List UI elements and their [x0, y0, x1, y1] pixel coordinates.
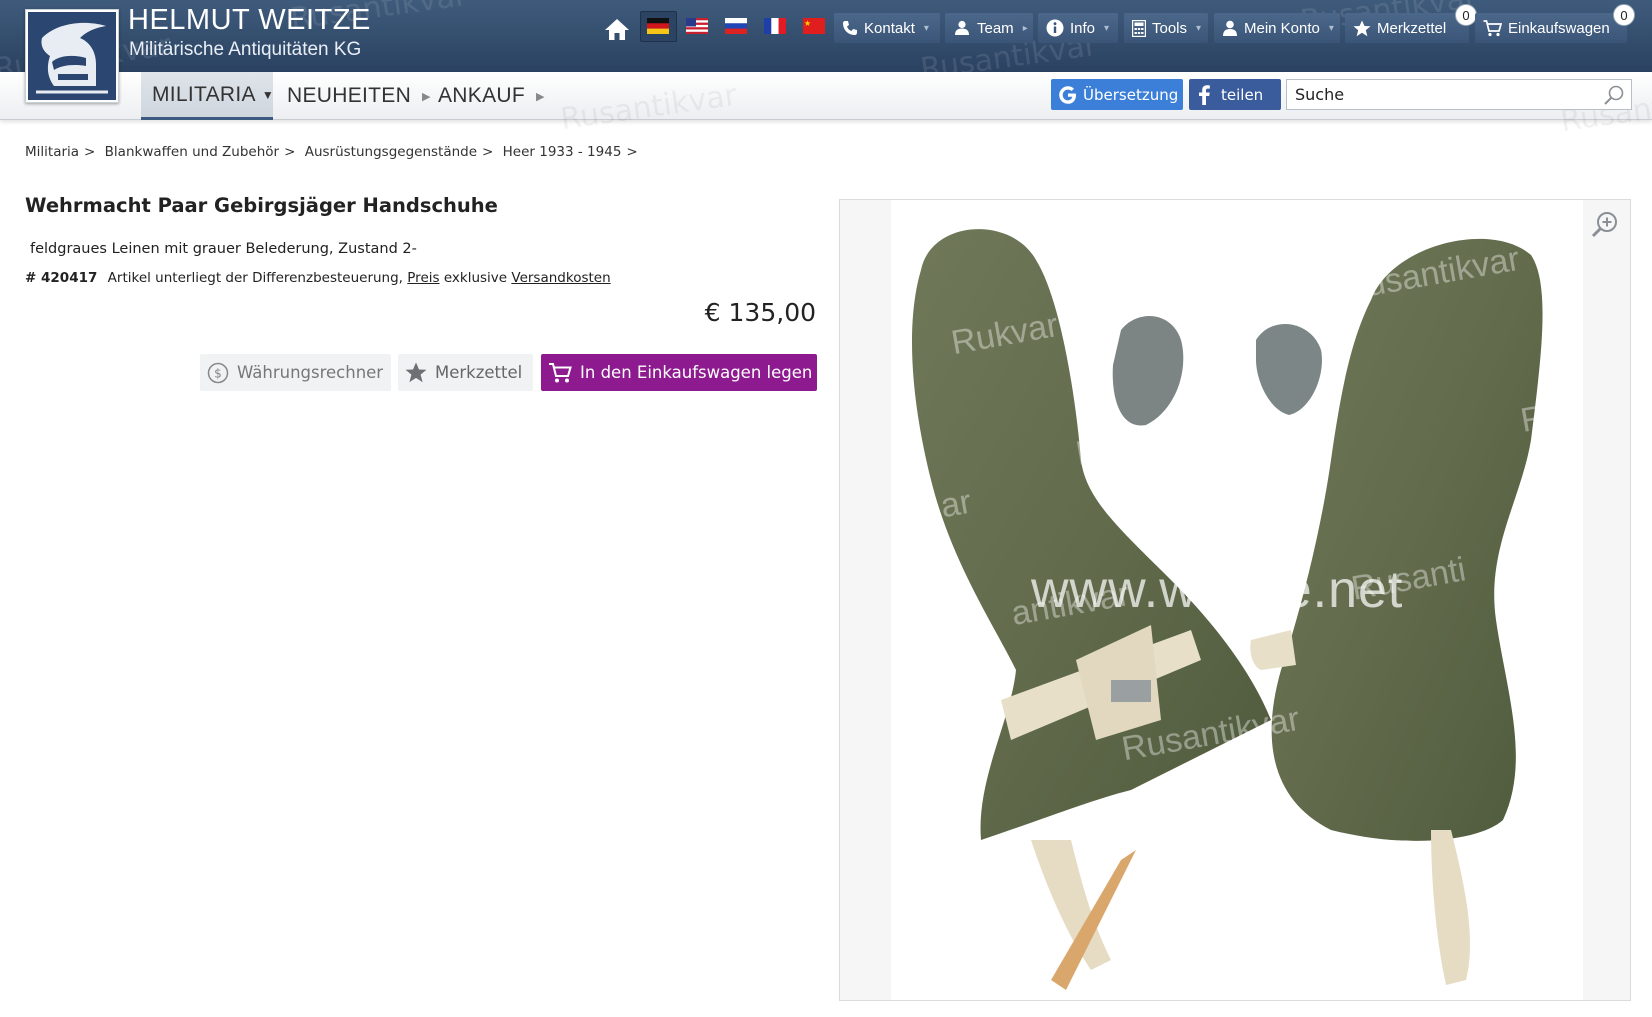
flag-ru-icon[interactable] [725, 18, 747, 34]
product-meta: # 420417 Artikel unterliegt der Differen… [25, 270, 611, 286]
menubar-watermark: Rusantikvar [558, 77, 740, 138]
nav-team-label: Team [977, 19, 1014, 37]
site-watermark: www.weitze.net [1031, 561, 1404, 619]
flag-de-icon[interactable] [647, 18, 669, 34]
helmet-logo-icon [28, 12, 116, 100]
nav-merkzettel-label: Merkzettel [1377, 19, 1447, 37]
brand-logo[interactable] [25, 9, 119, 103]
cart-icon [549, 362, 572, 382]
flag-cn-icon[interactable] [803, 18, 825, 34]
calculator-icon [1132, 19, 1146, 37]
add-to-wishlist-button[interactable]: Merkzettel [398, 354, 533, 391]
flag-fr-icon[interactable] [764, 18, 786, 34]
search-icon[interactable] [1603, 84, 1625, 106]
chevron-right-icon: ▶ [422, 90, 431, 103]
tax-note: Artikel unterliegt der Differenzbesteuer… [107, 270, 403, 286]
nav-mein-konto[interactable]: Mein Konto ▾ [1214, 13, 1340, 43]
star-icon [405, 362, 427, 383]
exclusive-text: exklusive [443, 270, 508, 286]
breadcrumb: Militaria > Blankwaffen und Zubehör > Ausr… [25, 144, 638, 160]
menu-item-neuheiten[interactable]: NEUHEITEN ▶ [287, 72, 431, 120]
nav-info-label: Info [1070, 19, 1096, 37]
nav-merkzettel[interactable]: Merkzettel 0 [1345, 4, 1477, 43]
currency-icon: $ [207, 362, 229, 383]
nav-tools-label: Tools [1152, 19, 1188, 37]
brand-subtitle: Militärische Antiquitäten KG [129, 39, 362, 60]
zoom-in-icon[interactable] [1590, 210, 1620, 240]
chevron-down-icon: ▼ [261, 87, 275, 102]
currency-converter-label: Währungsrechner [237, 363, 384, 382]
brand-title[interactable]: HELMUT WEITZE [128, 4, 371, 37]
product-description: feldgraues Leinen mit grauer Belederung,… [30, 241, 417, 257]
nav-team[interactable]: Team ▸ [945, 13, 1033, 43]
top-header-bar: Rusantikvar Rusantikvar Rusantikvar Rusa… [0, 0, 1652, 72]
nav-tools[interactable]: Tools ▾ [1124, 13, 1208, 43]
breadcrumb-link[interactable]: Ausrüstungsgegenstände [305, 144, 477, 160]
product-image-panel[interactable]: Rukvar Rus antikvar ar Rusanti Rusantikv… [839, 199, 1631, 1001]
nav-einkaufswagen[interactable]: Einkaufswagen 0 [1475, 4, 1635, 43]
flag-us-icon[interactable] [686, 18, 708, 34]
add-to-cart-button[interactable]: In den Einkaufswagen legen [541, 354, 817, 391]
add-to-cart-label: In den Einkaufswagen legen [580, 363, 813, 382]
wishlist-label: Merkzettel [435, 363, 523, 382]
facebook-icon [1199, 84, 1210, 105]
nav-kontakt-label: Kontakt [864, 19, 915, 37]
translate-button[interactable]: Übersetzung [1051, 79, 1183, 110]
product-image[interactable]: Rukvar Rus antikvar ar Rusanti Rusantikv… [891, 200, 1583, 1000]
google-g-icon [1059, 85, 1076, 104]
menu-militaria-label: MILITARIA [152, 82, 256, 106]
price-link[interactable]: Preis [407, 270, 439, 286]
menu-ankauf-label: ANKAUF [438, 84, 525, 107]
cart-count-badge: 0 [1613, 4, 1635, 26]
share-label: teilen [1221, 85, 1264, 104]
menu-neuheiten-label: NEUHEITEN [287, 84, 412, 107]
phone-icon [843, 21, 857, 35]
translate-label: Übersetzung [1083, 85, 1179, 104]
menu-item-ankauf[interactable]: ANKAUF ▶ [438, 72, 545, 120]
nav-kontakt[interactable]: Kontakt ▾ [834, 13, 940, 43]
user-icon [1223, 20, 1237, 36]
menu-item-militaria[interactable]: MILITARIA ▼ [141, 72, 275, 120]
product-title: Wehrmacht Paar Gebirgsjäger Handschuhe [25, 194, 498, 217]
home-icon[interactable] [604, 17, 630, 41]
facebook-share-button[interactable]: teilen [1189, 79, 1281, 110]
breadcrumb-link[interactable]: Heer 1933 - 1945 [503, 144, 622, 160]
nav-info[interactable]: Info ▾ [1038, 13, 1118, 43]
nav-einkaufswagen-label: Einkaufswagen [1508, 19, 1610, 37]
chevron-right-icon: ▶ [535, 90, 545, 103]
star-icon [1353, 20, 1371, 36]
breadcrumb-link[interactable]: Blankwaffen und Zubehör [105, 144, 279, 160]
product-price: € 135,00 [704, 298, 816, 327]
article-number: # 420417 [25, 270, 98, 286]
merkzettel-count-badge: 0 [1455, 4, 1477, 26]
svg-text:$: $ [214, 366, 222, 380]
cart-icon [1483, 19, 1502, 36]
search-input[interactable] [1287, 80, 1597, 109]
shipping-link[interactable]: Versandkosten [511, 270, 610, 286]
currency-converter-button[interactable]: $ Währungsrechner [200, 354, 391, 391]
breadcrumb-link[interactable]: Militaria [25, 144, 79, 160]
info-icon [1046, 19, 1064, 37]
page: Rusantikvar Rusantikvar Rusantikvar Rusa… [0, 0, 1652, 1017]
search-box [1286, 79, 1632, 110]
nav-mein-konto-label: Mein Konto [1244, 19, 1320, 37]
team-icon [955, 20, 969, 35]
